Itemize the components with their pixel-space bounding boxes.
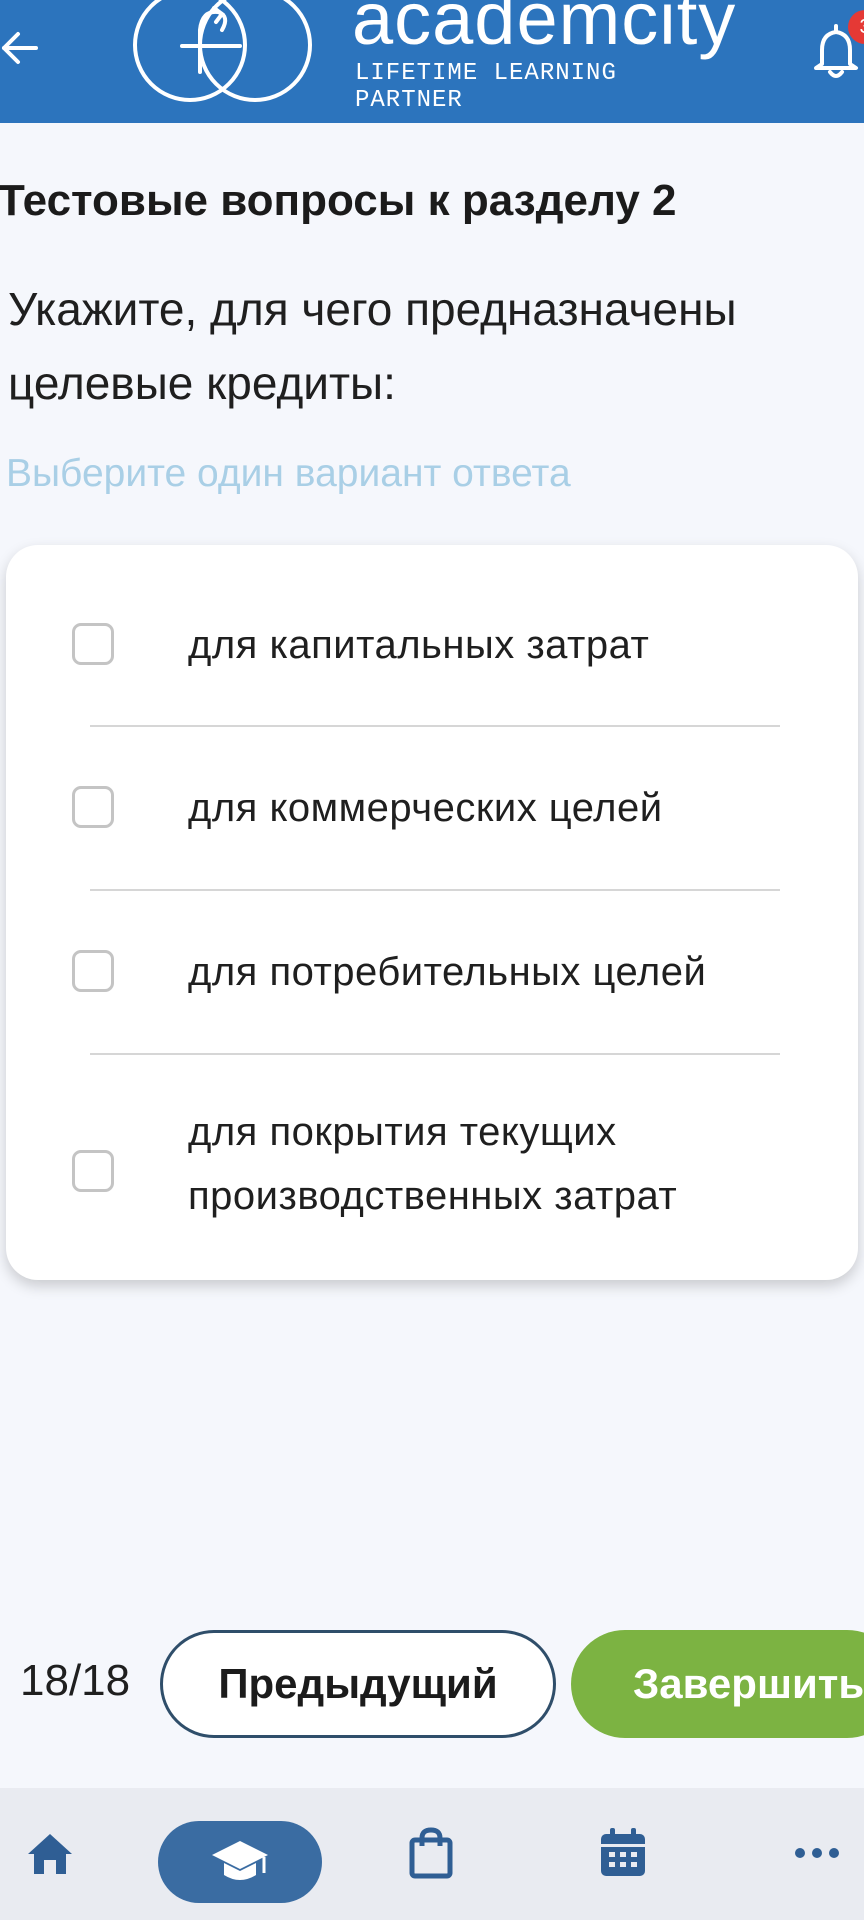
answer-option[interactable]: для коммерческих целей [6,727,858,889]
answer-checkbox[interactable] [72,623,114,665]
answer-option-label: для покрытия текущих производственных за… [188,1110,678,1218]
more-icon [795,1848,839,1858]
answer-option[interactable]: для потребительных целей [6,891,858,1053]
answer-checkbox[interactable] [72,786,114,828]
nav-item-courses[interactable] [158,1821,322,1903]
app-header: academcity LIFETIME LEARNING PARTNER 3 [0,0,864,123]
answer-options-card: для капитальных затрат для коммерческих … [6,545,858,1280]
nav-item-home[interactable] [20,1788,80,1920]
previous-button[interactable]: Предыдущий [160,1630,556,1738]
nav-item-shop[interactable] [404,1788,460,1920]
answer-option[interactable]: для капитальных затрат [6,545,858,725]
nav-item-more[interactable] [790,1788,844,1920]
calendar-icon [601,1828,645,1876]
shopping-bag-icon [409,1827,453,1879]
answer-hint: Выберите один вариант ответа [6,452,571,495]
back-button[interactable] [0,28,40,68]
section-title: Тестовые вопросы к разделу 2 [0,176,677,225]
question-counter: 18/18 [20,1656,131,1705]
nav-item-calendar[interactable] [594,1788,654,1920]
logo-wordmark: academcity [352,0,737,60]
graduation-cap-icon [212,1841,268,1880]
answer-option-label: для капитальных затрат [188,623,650,667]
question-text: Укажите, для чего предназначены целевые … [8,283,737,409]
bottom-nav [0,1788,864,1920]
home-icon [28,1834,72,1874]
answer-option-label: для коммерческих целей [188,786,663,830]
answer-checkbox[interactable] [72,950,114,992]
logo-mark-icon [133,0,312,102]
logo-tagline: LIFETIME LEARNING PARTNER [355,60,617,114]
finish-button[interactable]: Завершить [571,1630,864,1738]
answer-option[interactable]: для покрытия текущих производственных за… [6,1055,858,1280]
answer-checkbox[interactable] [72,1150,114,1192]
academcity-logo: academcity LIFETIME LEARNING PARTNER [130,0,735,123]
answer-option-label: для потребительных целей [188,950,707,994]
arrow-left-icon [2,32,38,64]
